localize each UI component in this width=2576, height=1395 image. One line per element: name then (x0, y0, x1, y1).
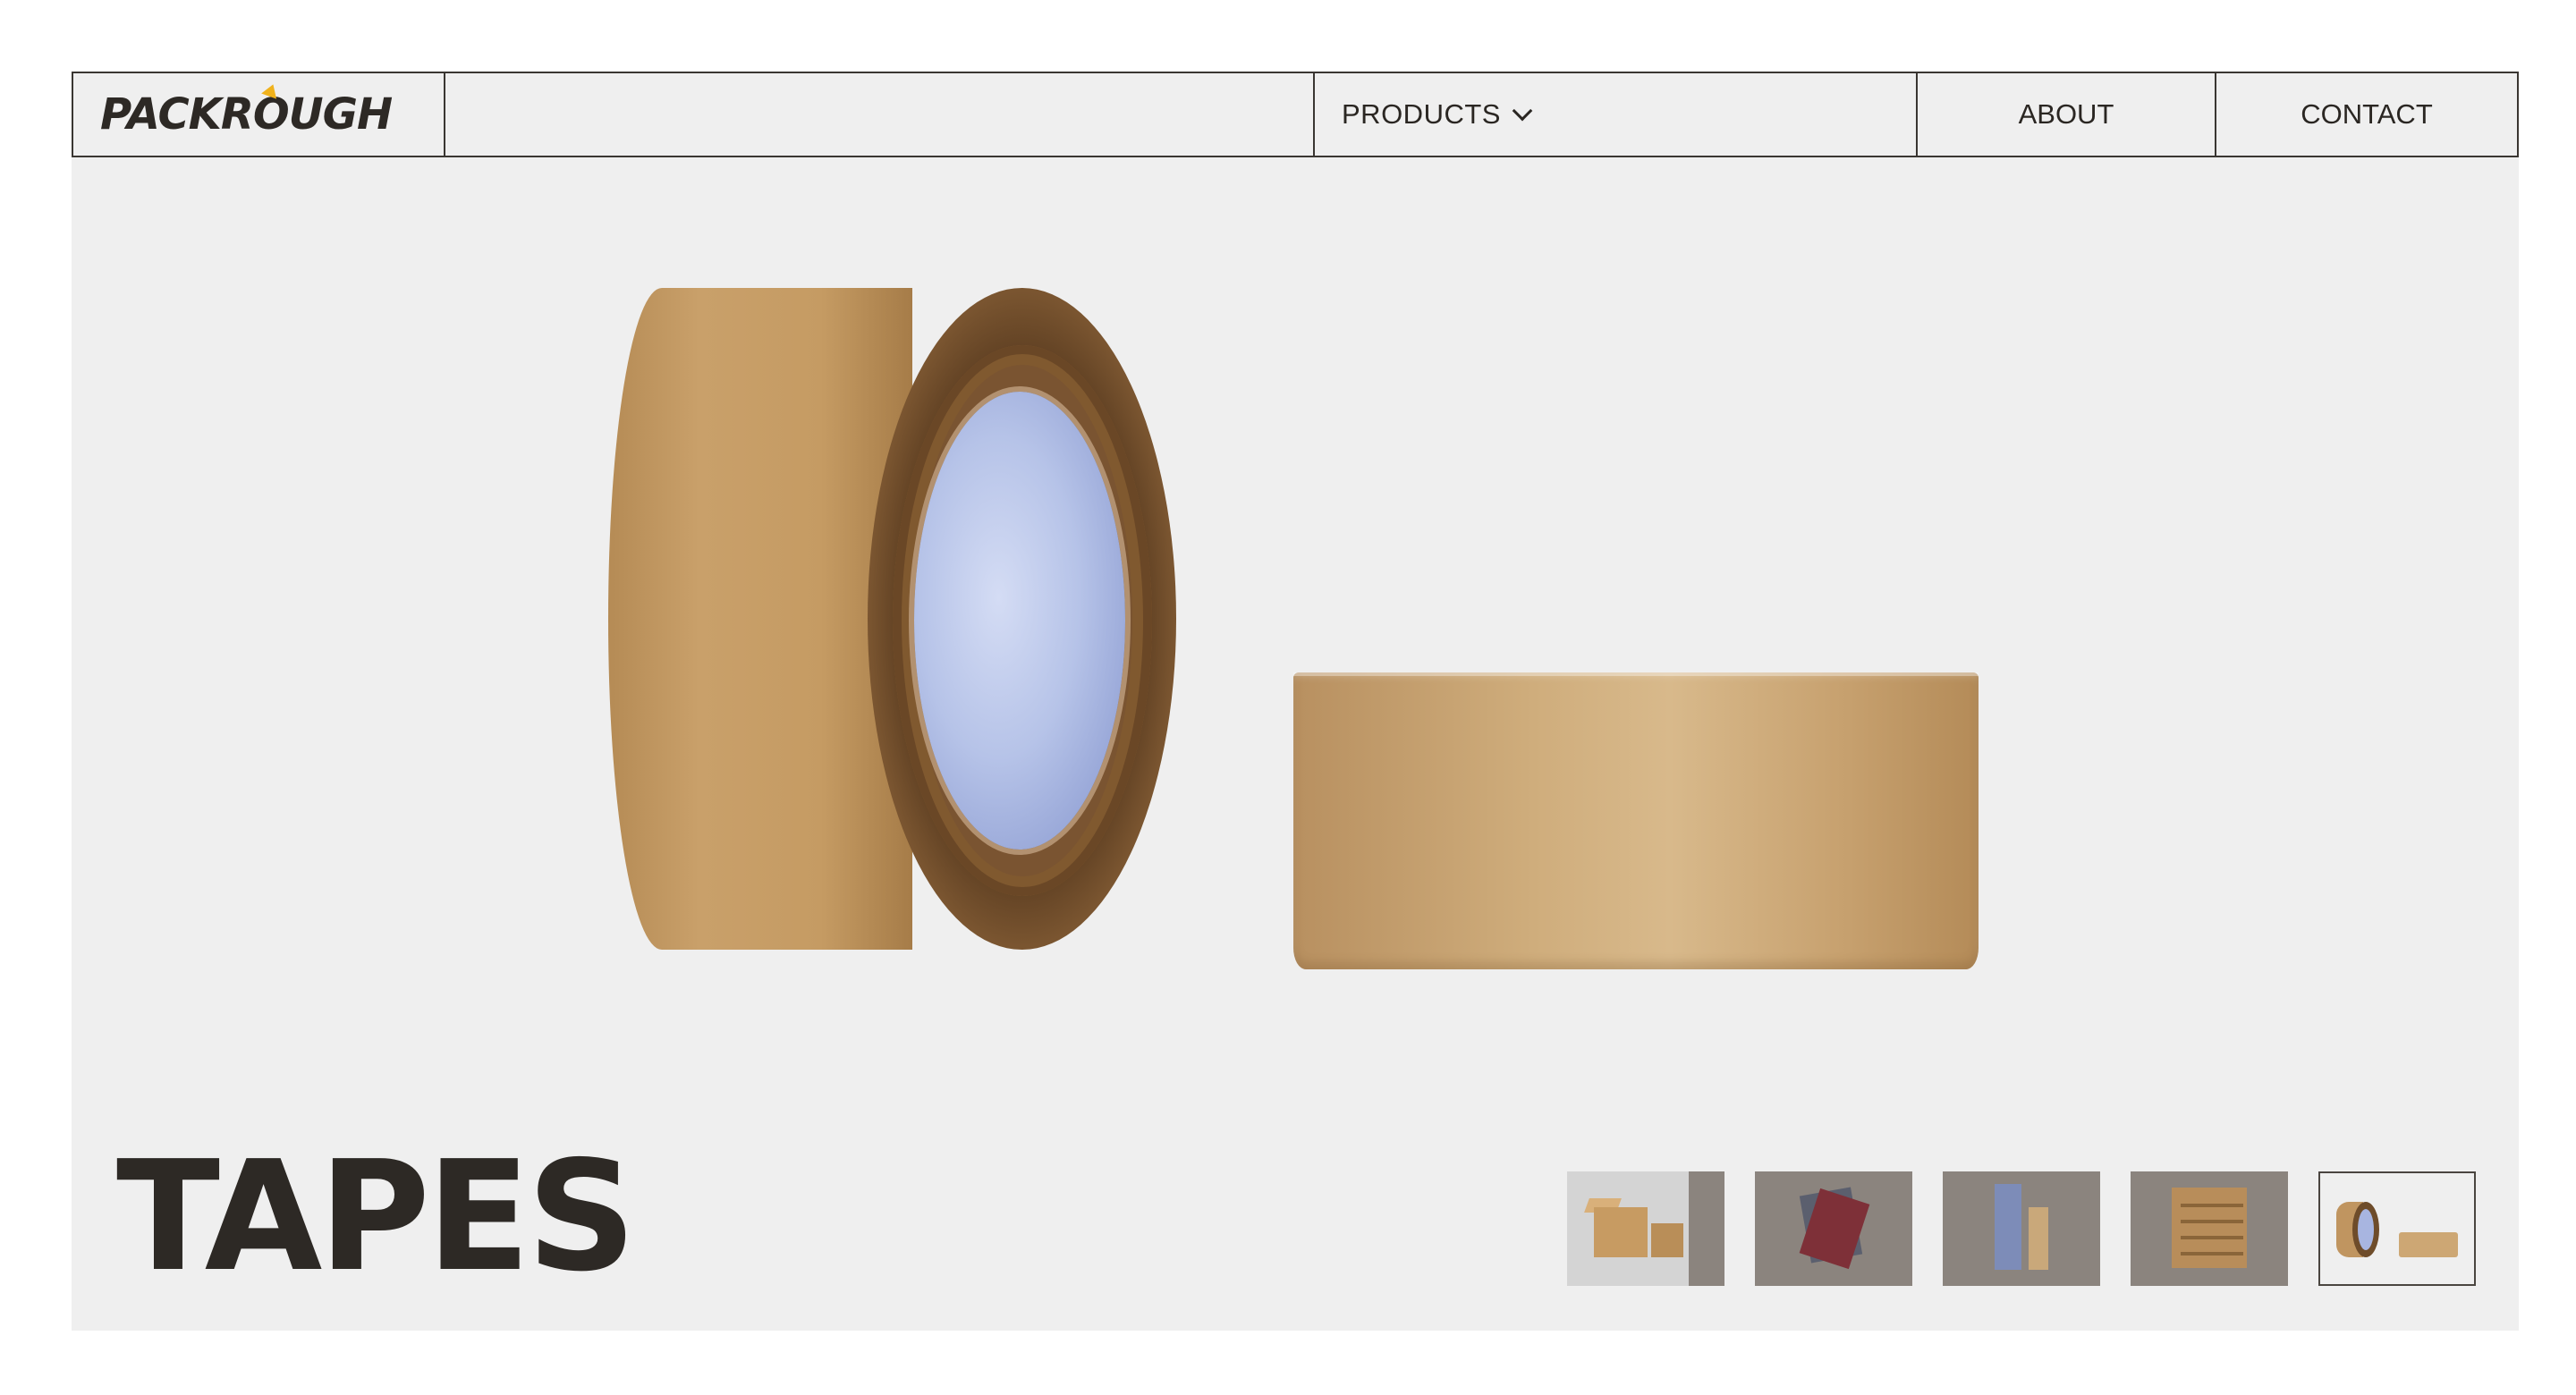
shelf-line (2181, 1236, 2243, 1239)
contact-label: CONTACT (2301, 98, 2433, 130)
about-label: ABOUT (2018, 98, 2114, 130)
top-navigation: PACKROUGH PRODUCTS ABOUT CONTACT (72, 72, 2519, 157)
about-link[interactable]: ABOUT (1918, 73, 2216, 156)
shelf-line (2181, 1252, 2243, 1256)
products-label: PRODUCTS (1342, 98, 1501, 130)
tape-flat-icon (2399, 1232, 2458, 1257)
box-icon (1594, 1207, 1648, 1257)
hero-panel: TAPES (72, 157, 2519, 1331)
nav-spacer (445, 73, 1315, 156)
shelf-line (2181, 1220, 2243, 1223)
page-title: TAPES (116, 1129, 636, 1306)
logo-link[interactable]: PACKROUGH (73, 73, 445, 156)
thumbnail-tubes[interactable] (1943, 1171, 2100, 1286)
product-thumbnails (1567, 1171, 2476, 1286)
chevron-down-icon (1512, 100, 1533, 122)
brand-logo: PACKROUGH (100, 81, 393, 140)
tube-small-icon (2029, 1207, 2048, 1270)
tape-roll-core (914, 392, 1125, 850)
contact-link[interactable]: CONTACT (2216, 73, 2517, 156)
tape-roll-flat (1293, 672, 1979, 969)
thumbnail-boxes[interactable] (1567, 1171, 1724, 1286)
small-box-icon (1651, 1223, 1683, 1257)
tube-icon (1995, 1184, 2021, 1270)
products-menu[interactable]: PRODUCTS (1315, 73, 1918, 156)
tape-core-icon (2358, 1209, 2374, 1250)
thumbnail-tapes[interactable] (2318, 1171, 2476, 1286)
tape-roll-standing-side (608, 288, 912, 950)
shelf-line (2181, 1204, 2243, 1207)
thumbnail-paper-sheets[interactable] (1755, 1171, 1912, 1286)
shelf-box-icon (2172, 1188, 2247, 1268)
thumbnail-shelf-box[interactable] (2131, 1171, 2288, 1286)
